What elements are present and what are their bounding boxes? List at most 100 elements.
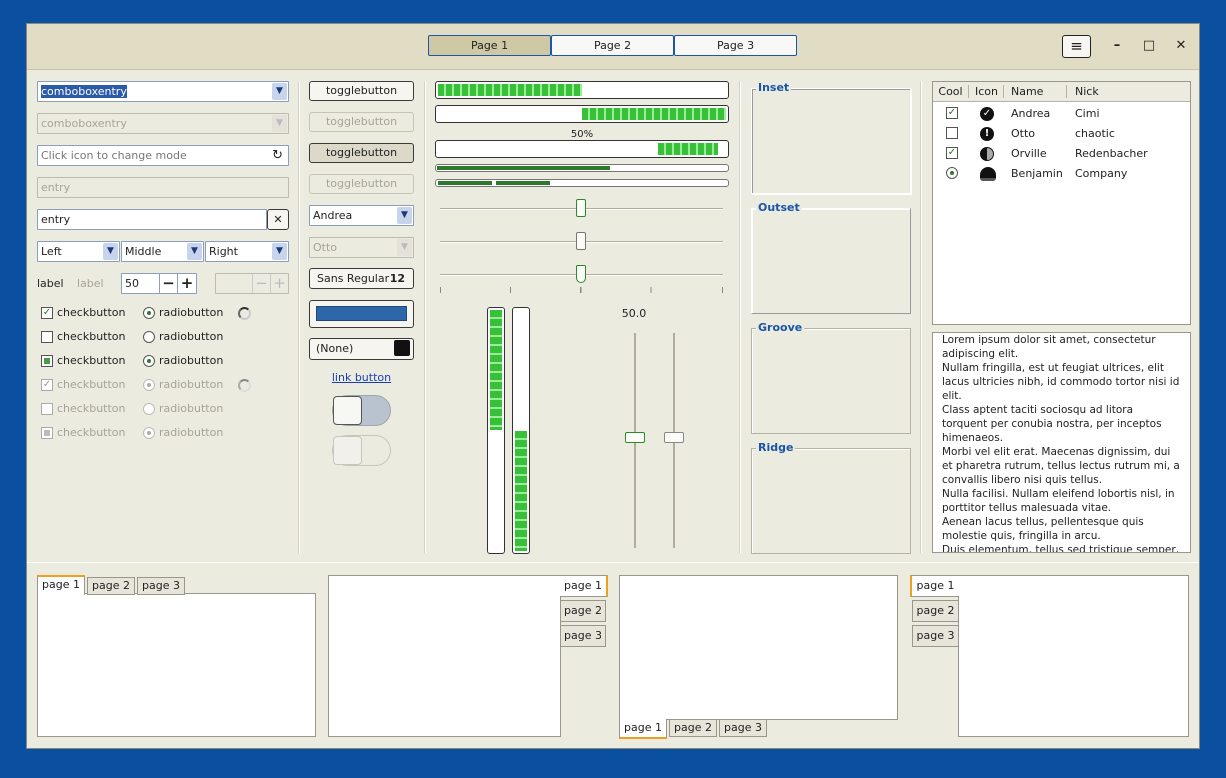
frame-outset: Outset [751, 201, 911, 314]
notebook-bottom-panel [619, 575, 898, 720]
notebook-right-panel [328, 575, 561, 737]
chevron-down-icon[interactable]: ▼ [397, 207, 412, 224]
maximize-icon[interactable]: □ [1139, 36, 1159, 56]
stack-page-2[interactable]: Page 2 [551, 35, 674, 56]
chevron-down-icon[interactable]: ▼ [187, 243, 202, 260]
toggle-button[interactable]: togglebutton [309, 81, 414, 101]
row-name: Otto [1011, 127, 1036, 140]
row-nick: chaotic [1075, 127, 1115, 140]
combo-middle-label: Middle [125, 245, 162, 258]
tab-page-1[interactable]: page 1 [560, 575, 608, 597]
text-view[interactable]: Lorem ipsum dolor sit amet, consectetur … [932, 332, 1191, 553]
tab-page-2[interactable]: page 2 [912, 600, 959, 622]
toggle-button-active[interactable]: togglebutton [309, 143, 414, 163]
tab-page-1[interactable]: page 1 [910, 575, 959, 597]
row-checkbox[interactable]: ✓ [946, 107, 958, 119]
stack-switcher: Page 1 Page 2 Page 3 [428, 35, 797, 56]
row-radio[interactable] [946, 167, 958, 179]
tab-page-3[interactable]: page 3 [560, 625, 606, 647]
radio-label: radiobutton [159, 402, 224, 415]
radio-selected[interactable] [143, 307, 155, 319]
checkbox-inconsistent[interactable] [41, 355, 53, 367]
hscale-slider[interactable] [576, 232, 586, 250]
progress-bar-pulse [435, 140, 729, 158]
tree-view[interactable]: Cool Icon Name Nick ✓ ✓ Andrea Cimi ! Ot… [932, 81, 1191, 325]
row-checkbox[interactable] [946, 127, 958, 139]
tab-page-2[interactable]: page 2 [560, 600, 606, 622]
combo-andrea[interactable]: Andrea ▼ [309, 205, 414, 226]
tab-page-3[interactable]: page 3 [912, 625, 959, 647]
combo-left[interactable]: Left ▼ [37, 241, 120, 262]
entry-field[interactable]: entry [37, 209, 267, 230]
column-icon[interactable]: Icon [970, 85, 1004, 98]
font-name: Sans Regular [317, 272, 390, 285]
combo-entry-disabled: comboboxentry ▼ [37, 113, 289, 134]
separator [920, 81, 921, 553]
frame-title: Ridge [756, 441, 796, 454]
radio-selected[interactable] [143, 355, 155, 367]
combo-entry[interactable]: comboboxentry ▼ [37, 81, 289, 102]
toggle-button-disabled-active: togglebutton [309, 174, 414, 194]
checkbox-label: checkbutton [57, 306, 126, 319]
mode-entry[interactable]: Click icon to change mode ↻ [37, 145, 289, 166]
radio-inconsistent-disabled [143, 427, 155, 439]
progress-fill [658, 143, 718, 155]
minimize-icon[interactable]: – [1107, 36, 1127, 56]
hamburger-icon[interactable]: ≡ [1062, 35, 1091, 58]
document-icon [394, 340, 410, 356]
checkbox-unchecked[interactable] [41, 331, 53, 343]
switch-on[interactable] [332, 395, 391, 426]
plus-icon[interactable]: + [177, 274, 196, 293]
checkbox-label: checkbutton [57, 426, 126, 439]
close-icon[interactable]: ✕ [1171, 36, 1191, 56]
minus-icon[interactable]: − [159, 274, 177, 293]
tab-page-1[interactable]: page 1 [37, 575, 85, 595]
refresh-icon[interactable]: ↻ [272, 146, 283, 165]
column-cool[interactable]: Cool [933, 85, 969, 98]
column-nick[interactable]: Nick [1068, 85, 1190, 98]
chevron-down-icon[interactable]: ▼ [272, 83, 287, 100]
tab-page-3[interactable]: page 3 [137, 577, 185, 595]
chevron-down-icon: ▼ [397, 239, 412, 256]
progress-fill [515, 431, 527, 551]
level-bar-continuous [435, 164, 729, 172]
file-chooser-button[interactable]: (None) [309, 338, 414, 360]
progress-bar-inverted [435, 105, 729, 123]
plus-icon: + [270, 274, 288, 293]
font-button[interactable]: Sans Regular 12 [309, 268, 414, 289]
radio-unselected-disabled [143, 403, 155, 415]
combo-right[interactable]: Right ▼ [205, 241, 289, 262]
tab-page-1[interactable]: page 1 [619, 719, 667, 739]
tab-page-2[interactable]: page 2 [87, 577, 135, 595]
stack-page-1[interactable]: Page 1 [428, 35, 551, 56]
radio-unselected[interactable] [143, 331, 155, 343]
combo-left-label: Left [41, 245, 62, 258]
switch-disabled [332, 435, 391, 466]
hscale-slider-marks[interactable] [576, 265, 586, 283]
chevron-down-icon[interactable]: ▼ [103, 243, 118, 260]
combo-middle[interactable]: Middle ▼ [121, 241, 204, 262]
tab-page-2[interactable]: page 2 [669, 719, 717, 737]
chevron-down-icon: ▼ [272, 115, 287, 132]
checkbox-checked[interactable]: ✓ [41, 307, 53, 319]
vscale-slider[interactable] [664, 432, 684, 443]
radio-label: radiobutton [159, 330, 224, 343]
entry-disabled: entry [37, 177, 289, 198]
vscale-value: 50.0 [621, 307, 647, 320]
vprogress-bar [487, 307, 505, 554]
label: label [37, 277, 64, 290]
chevron-down-icon[interactable]: ▼ [272, 243, 287, 260]
spin-value: 50 [125, 277, 139, 290]
tab-page-3[interactable]: page 3 [719, 719, 767, 737]
hscale-slider[interactable] [576, 199, 586, 217]
clear-icon[interactable]: ✕ [267, 209, 289, 230]
link-button[interactable]: link button [309, 371, 414, 385]
stack-page-3[interactable]: Page 3 [674, 35, 797, 56]
row-checkbox[interactable]: ✓ [946, 147, 958, 159]
vscale-slider[interactable] [625, 432, 645, 443]
frame-title: Inset [756, 81, 792, 94]
color-button[interactable] [309, 300, 414, 328]
file-chooser-label: (None) [316, 342, 354, 355]
checkbox-label: checkbutton [57, 354, 126, 367]
column-name[interactable]: Name [1005, 85, 1067, 98]
